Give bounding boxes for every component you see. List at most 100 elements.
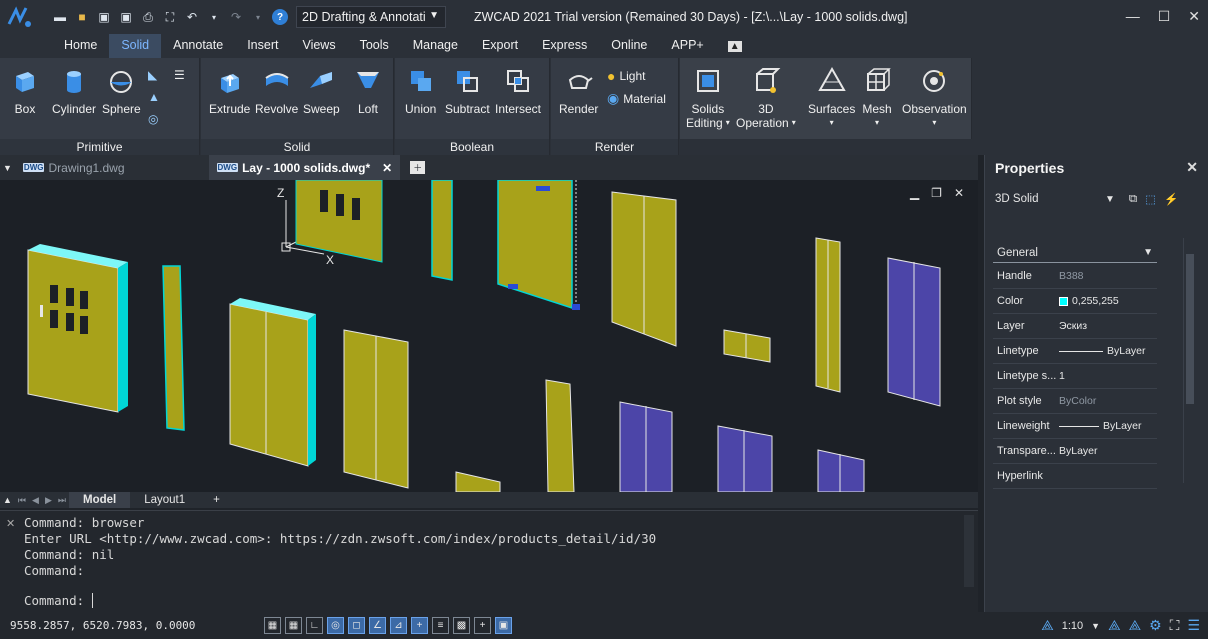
solid-wall-top[interactable] — [295, 180, 383, 263]
tab-layout1[interactable]: Layout1 — [130, 492, 199, 508]
torus-button[interactable]: ◎ — [148, 112, 158, 126]
close-icon[interactable]: ✕ — [1186, 159, 1198, 176]
close-tab-icon[interactable]: ✕ — [382, 161, 392, 175]
command-close-icon[interactable]: ✕ — [6, 517, 15, 530]
tab-export[interactable]: Export — [470, 34, 530, 58]
command-input[interactable]: Command: — [24, 593, 94, 608]
osnap-icon[interactable]: ◻ — [348, 617, 365, 634]
tab-insert[interactable]: Insert — [235, 34, 290, 58]
new-tab-icon[interactable]: ＋ — [410, 161, 426, 174]
maximize-icon[interactable]: ☐ — [1158, 8, 1171, 25]
tab-manage[interactable]: Manage — [401, 34, 470, 58]
prop-row-transparency[interactable]: Transpare... ByLayer — [993, 439, 1157, 464]
select-objects-icon[interactable]: ⬚ — [1145, 192, 1156, 206]
layout-nav-prev-icon[interactable]: ◀ — [29, 495, 42, 506]
snap-icon[interactable]: ▦ — [285, 617, 302, 634]
3d-operation-button[interactable]: 3D Operation ▾ — [736, 66, 796, 130]
layout-nav-first-icon[interactable]: ⏮ — [15, 495, 29, 506]
revolve-button[interactable]: Revolve — [255, 66, 298, 116]
new-file-icon[interactable]: ▬ — [52, 9, 68, 25]
tab-model[interactable]: Model — [68, 492, 131, 508]
light-button[interactable]: ● Light — [607, 68, 646, 84]
box-button[interactable]: Box — [10, 66, 40, 116]
ribbon-collapse-icon[interactable]: ▲ — [727, 40, 742, 52]
zwcad-logo-icon[interactable] — [0, 0, 40, 34]
solid-door-3[interactable] — [343, 329, 409, 489]
loft-button[interactable]: Loft — [353, 66, 383, 116]
solid-bottom-piece[interactable] — [455, 471, 501, 492]
cone-button[interactable]: ▲ — [148, 90, 160, 104]
prop-row-handle[interactable]: Handle B388 — [993, 264, 1157, 289]
transparency-icon[interactable]: ▩ — [453, 617, 470, 634]
material-button[interactable]: ◉ Material — [607, 90, 666, 107]
toggle-pickadd-icon[interactable]: ⧉ — [1129, 193, 1137, 206]
solid-door-purple-2[interactable] — [619, 401, 673, 492]
quick-select-icon[interactable]: ⚡ — [1164, 192, 1178, 206]
surfaces-button[interactable]: Surfaces ▾ — [808, 66, 855, 130]
observation-button[interactable]: Observation ▾ — [902, 66, 967, 130]
tab-tools[interactable]: Tools — [348, 34, 401, 58]
lineweight-icon[interactable]: ≡ — [432, 617, 449, 634]
subtract-button[interactable]: Subtract — [445, 66, 490, 116]
auto-scale-icon[interactable]: ⟁ — [1129, 617, 1142, 634]
save-icon[interactable]: ▣ — [96, 9, 112, 25]
viewport-close-icon[interactable]: ✕ — [954, 186, 964, 200]
solid-column-3[interactable] — [545, 379, 575, 492]
selection-cycling-icon[interactable]: + — [474, 617, 491, 634]
scrollbar-thumb[interactable] — [1186, 254, 1194, 404]
prop-row-plot-style[interactable]: Plot style ByColor — [993, 389, 1157, 414]
solid-column-1[interactable] — [162, 265, 185, 431]
object-type-select[interactable]: 3D Solid ▼ ⧉ ⬚ ⚡ — [995, 189, 1202, 209]
redo-dropdown-icon[interactable]: ▾ — [250, 9, 266, 25]
annotation-scale-value[interactable]: 1:10 — [1062, 620, 1083, 632]
dynamic-input-icon[interactable]: + — [411, 617, 428, 634]
otrack-icon[interactable]: ∠ — [369, 617, 386, 634]
polar-icon[interactable]: ◎ — [327, 617, 344, 634]
solid-door-purple-3[interactable] — [717, 425, 773, 492]
command-scrollbar[interactable] — [964, 515, 974, 587]
prop-row-lineweight[interactable]: Lineweight ByLayer — [993, 414, 1157, 439]
prop-row-hyperlink[interactable]: Hyperlink — [993, 464, 1157, 489]
solid-small-panel[interactable] — [723, 329, 771, 363]
close-icon[interactable]: ✕ — [1188, 8, 1200, 25]
annotation-monitor-icon[interactable]: ▣ — [495, 617, 512, 634]
print-icon[interactable]: ⎙ — [140, 9, 156, 25]
fullscreen-icon[interactable]: ⛶ — [1170, 617, 1180, 634]
solid-door-2[interactable] — [229, 298, 316, 467]
workspace-settings-icon[interactable]: ⚙ — [1149, 617, 1162, 634]
solids-editing-button[interactable]: Solids Editing ▾ — [686, 66, 730, 130]
doc-tab-lay[interactable]: DWG Lay - 1000 solids.dwg* ✕ — [208, 155, 401, 180]
solid-door-tall-1[interactable] — [611, 191, 677, 347]
more-primitives-button[interactable]: ☰ — [174, 68, 185, 82]
customize-menu-icon[interactable]: ☰ — [1187, 617, 1200, 634]
ortho-icon[interactable]: ∟ — [306, 617, 323, 634]
workspace-select[interactable]: 2D Drafting & Annotati ▼ — [296, 6, 446, 28]
annotation-visibility-icon[interactable]: ⟁ — [1108, 617, 1121, 634]
doc-tabs-menu-icon[interactable]: ▼ — [0, 163, 15, 173]
layout-nav-next-icon[interactable]: ▶ — [42, 495, 55, 506]
tab-online[interactable]: Online — [599, 34, 659, 58]
wedge-button[interactable]: ◣ — [148, 68, 157, 82]
cylinder-button[interactable]: Cylinder — [52, 66, 96, 116]
tab-views[interactable]: Views — [290, 34, 347, 58]
layout-nav-up-icon[interactable]: ▲ — [0, 495, 15, 505]
mesh-button[interactable]: Mesh ▾ — [862, 66, 892, 130]
render-button[interactable]: Render — [559, 66, 598, 116]
sweep-button[interactable]: Sweep — [303, 66, 340, 116]
drawing-viewport[interactable]: Z Y X — [0, 180, 978, 492]
chevron-down-icon[interactable]: ▼ — [1091, 621, 1100, 631]
section-general[interactable]: General ▼ — [993, 243, 1157, 263]
solid-door-purple-1[interactable] — [887, 257, 941, 407]
prop-row-linetype-scale[interactable]: Linetype s... 1 — [993, 364, 1157, 389]
save-as-icon[interactable]: ▣ — [118, 9, 134, 25]
solid-column-2[interactable] — [431, 180, 453, 281]
tab-app-plus[interactable]: APP+ — [659, 34, 715, 58]
undo-dropdown-icon[interactable]: ▾ — [206, 9, 222, 25]
extrude-button[interactable]: Extrude — [209, 66, 250, 116]
tab-solid[interactable]: Solid — [109, 34, 162, 58]
solid-door-purple-4[interactable] — [817, 449, 865, 492]
minimize-icon[interactable]: — — [1126, 8, 1140, 25]
solid-column-4[interactable] — [815, 237, 841, 393]
doc-tab-drawing1[interactable]: DWG Drawing1.dwg — [15, 155, 133, 180]
sphere-button[interactable]: Sphere — [102, 66, 141, 116]
